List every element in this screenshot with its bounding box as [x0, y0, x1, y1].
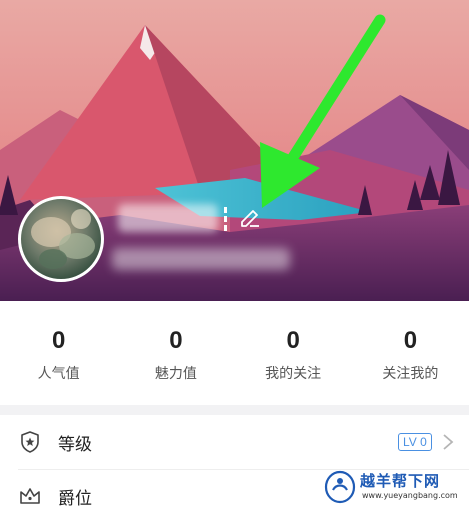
crown-icon [20, 488, 40, 504]
stat-label: 魅力值 [154, 366, 197, 382]
text-cursor-icon [224, 207, 227, 231]
shield-star-icon [21, 431, 39, 453]
menu-item-level[interactable]: 等级 LV 0 [0, 416, 469, 468]
level-badge: LV 0 [398, 433, 432, 451]
profile-header [0, 0, 469, 301]
watermark-site-name: 越羊帮下网 [360, 472, 441, 490]
watermark-url: www.yueyangbang.com [362, 491, 458, 500]
stat-charm[interactable]: 0 魅力值 [117, 301, 234, 405]
stat-label: 人气值 [37, 366, 80, 382]
stat-followers[interactable]: 0 关注我的 [352, 301, 469, 405]
nickname-blurred [118, 204, 218, 232]
stat-value: 0 [286, 327, 300, 354]
site-watermark: 越羊帮下网 www.yueyangbang.com [320, 466, 469, 510]
chevron-right-icon [443, 434, 454, 450]
watermark-logo-icon [324, 470, 356, 504]
stats-bar: 0 人气值 0 魅力值 0 我的关注 0 关注我的 [0, 301, 469, 405]
menu-label: 等级 [58, 434, 92, 455]
edit-pencil-icon[interactable] [238, 206, 262, 230]
stat-label: 我的关注 [265, 366, 322, 382]
stat-following[interactable]: 0 我的关注 [235, 301, 352, 405]
stat-popularity[interactable]: 0 人气值 [0, 301, 117, 405]
stat-label: 关注我的 [382, 366, 439, 382]
stat-value: 0 [403, 327, 418, 354]
menu-label: 爵位 [58, 488, 92, 509]
user-id-blurred [112, 248, 290, 270]
stat-value: 0 [169, 327, 183, 354]
section-divider [0, 405, 469, 415]
avatar[interactable] [18, 196, 104, 282]
stat-value: 0 [51, 327, 66, 354]
